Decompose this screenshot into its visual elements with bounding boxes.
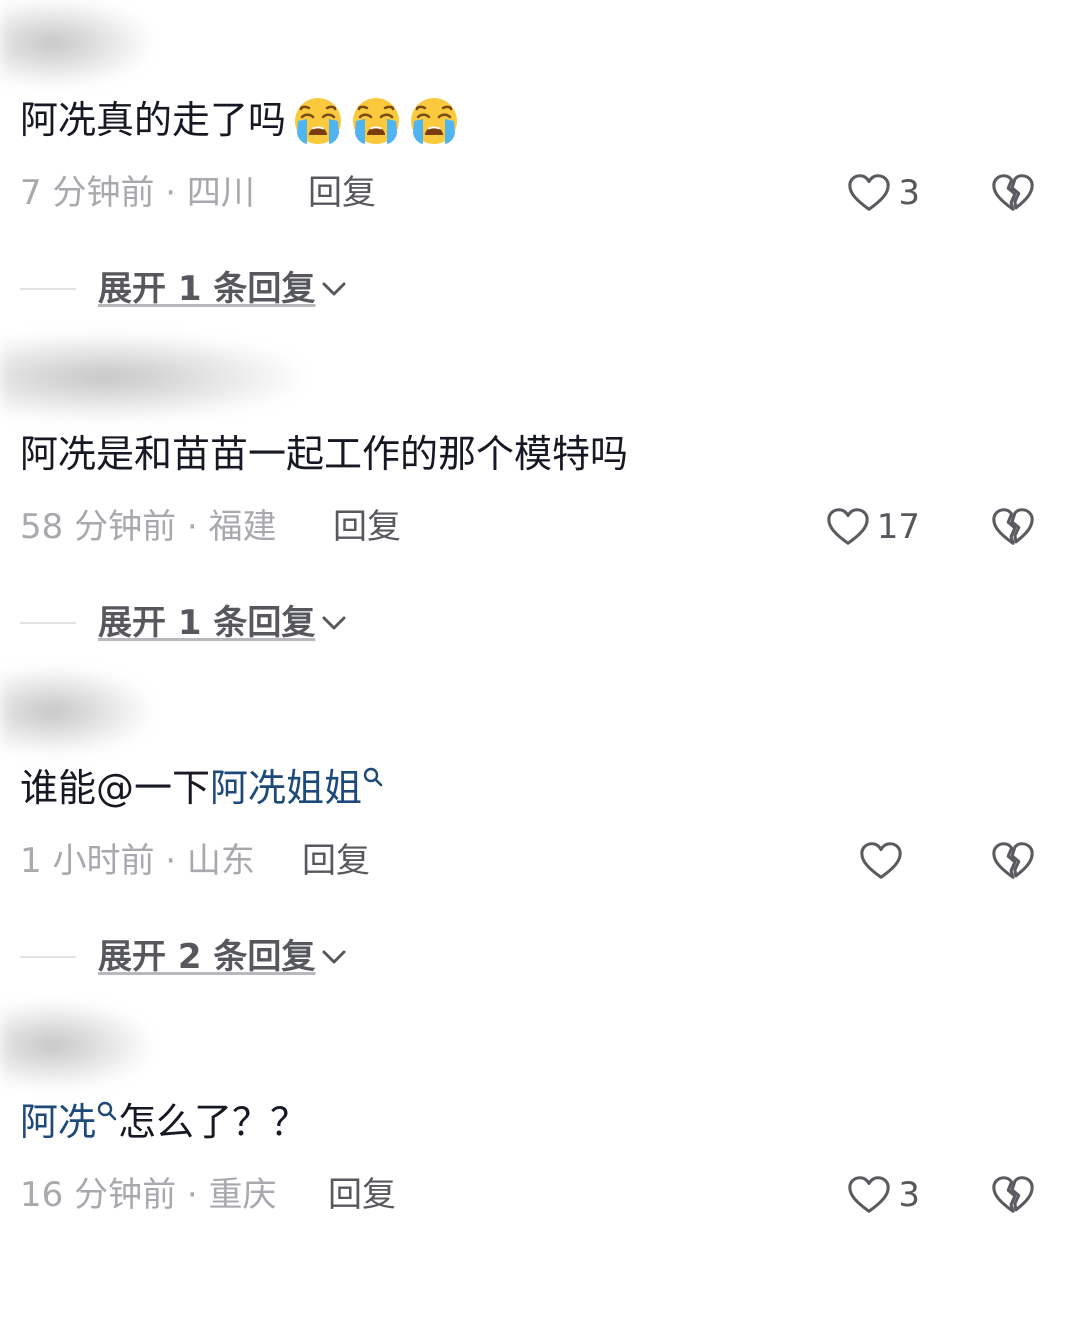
broken-heart-icon[interactable] <box>990 1172 1036 1218</box>
username-blurred <box>0 0 150 86</box>
username-blurred <box>0 1002 150 1088</box>
like-button[interactable]: 17 <box>825 504 920 550</box>
reply-button[interactable]: 回复 <box>308 170 376 216</box>
loudly-crying-face-icon <box>408 95 460 147</box>
comment-item: 阿冼是和苗苗一起工作的那个模特吗 58 分钟前 · 福建 回复 17 展开 1 … <box>0 334 1080 668</box>
divider-line <box>20 956 76 958</box>
expand-replies-button[interactable]: 展开 2 条回复 <box>98 934 349 980</box>
reply-button[interactable]: 回复 <box>328 1172 396 1218</box>
divider-line <box>20 288 76 290</box>
comment-text: 阿冼真的走了吗 <box>20 96 460 147</box>
heart-icon[interactable] <box>858 838 904 884</box>
like-button[interactable] <box>858 838 920 884</box>
expand-replies-button[interactable]: 展开 1 条回复 <box>98 600 349 646</box>
comment-item: 阿冼 怎么了？？ 16 分钟前 · 重庆 回复 3 <box>0 1002 1080 1336</box>
broken-heart-icon[interactable] <box>990 504 1036 550</box>
comment-text: 阿冼 怎么了？？ <box>20 1098 308 1146</box>
divider-line <box>20 622 76 624</box>
comment-item: 阿冼真的走了吗 7 分钟前 · 四川 回复 3 展开 1 条回复 <box>0 0 1080 334</box>
comment-text: 谁能@一下阿冼姐姐 <box>20 764 384 812</box>
comment-time-location: 7 分钟前 · 四川 <box>20 173 255 213</box>
comment-time-location: 1 小时前 · 山东 <box>20 841 255 881</box>
username-blurred <box>0 668 150 754</box>
like-count: 3 <box>898 1175 920 1215</box>
comment-body: 阿冼真的走了吗 <box>20 98 287 142</box>
expand-replies-label[interactable]: 展开 1 条回复 <box>98 600 315 646</box>
username-blurred <box>0 334 300 420</box>
comment-meta-row: 58 分钟前 · 福建 回复 17 <box>20 504 1060 550</box>
chevron-down-icon[interactable] <box>319 608 349 638</box>
expand-replies-label[interactable]: 展开 1 条回复 <box>98 266 315 312</box>
loudly-crying-face-icon <box>350 95 402 147</box>
broken-heart-icon[interactable] <box>990 838 1036 884</box>
loudly-crying-face-icon <box>292 95 344 147</box>
expand-replies-row: 展开 2 条回复 <box>20 932 349 982</box>
comment-meta-row: 1 小时前 · 山东 回复 <box>20 838 1060 884</box>
heart-icon[interactable] <box>846 1172 892 1218</box>
chevron-down-icon[interactable] <box>319 274 349 304</box>
comment-body: 怎么了？？ <box>118 1100 309 1144</box>
chevron-down-icon[interactable] <box>319 942 349 972</box>
comment-time-location: 58 分钟前 · 福建 <box>20 507 277 547</box>
expand-replies-button[interactable]: 展开 1 条回复 <box>98 266 349 312</box>
heart-icon[interactable] <box>825 504 871 550</box>
comment-body: 阿冼是和苗苗一起工作的那个模特吗 <box>20 432 629 476</box>
search-icon[interactable] <box>96 1100 118 1122</box>
expand-replies-label[interactable]: 展开 2 条回复 <box>98 934 315 980</box>
like-button[interactable]: 3 <box>846 1172 920 1218</box>
reply-button[interactable]: 回复 <box>302 838 370 884</box>
comment-meta-row: 16 分钟前 · 重庆 回复 3 <box>20 1172 1060 1218</box>
like-button[interactable]: 3 <box>846 170 920 216</box>
user-mention-link[interactable]: 阿冼 <box>20 1100 96 1144</box>
comment-item: 谁能@一下阿冼姐姐 1 小时前 · 山东 回复 展开 2 条回复 <box>0 668 1080 1002</box>
comment-text: 阿冼是和苗苗一起工作的那个模特吗 <box>20 430 628 478</box>
expand-replies-row: 展开 1 条回复 <box>20 264 349 314</box>
comment-meta-row: 7 分钟前 · 四川 回复 3 <box>20 170 1060 216</box>
comment-time-location: 16 分钟前 · 重庆 <box>20 1175 277 1215</box>
broken-heart-icon[interactable] <box>990 170 1036 216</box>
comment-body: 谁能@一下 <box>20 766 211 810</box>
search-icon[interactable] <box>362 766 384 788</box>
user-mention-link[interactable]: 阿冼姐姐 <box>210 766 362 810</box>
reply-button[interactable]: 回复 <box>333 504 401 550</box>
expand-replies-row: 展开 1 条回复 <box>20 598 349 648</box>
heart-icon[interactable] <box>846 170 892 216</box>
like-count: 17 <box>876 507 920 547</box>
like-count: 3 <box>898 173 920 213</box>
